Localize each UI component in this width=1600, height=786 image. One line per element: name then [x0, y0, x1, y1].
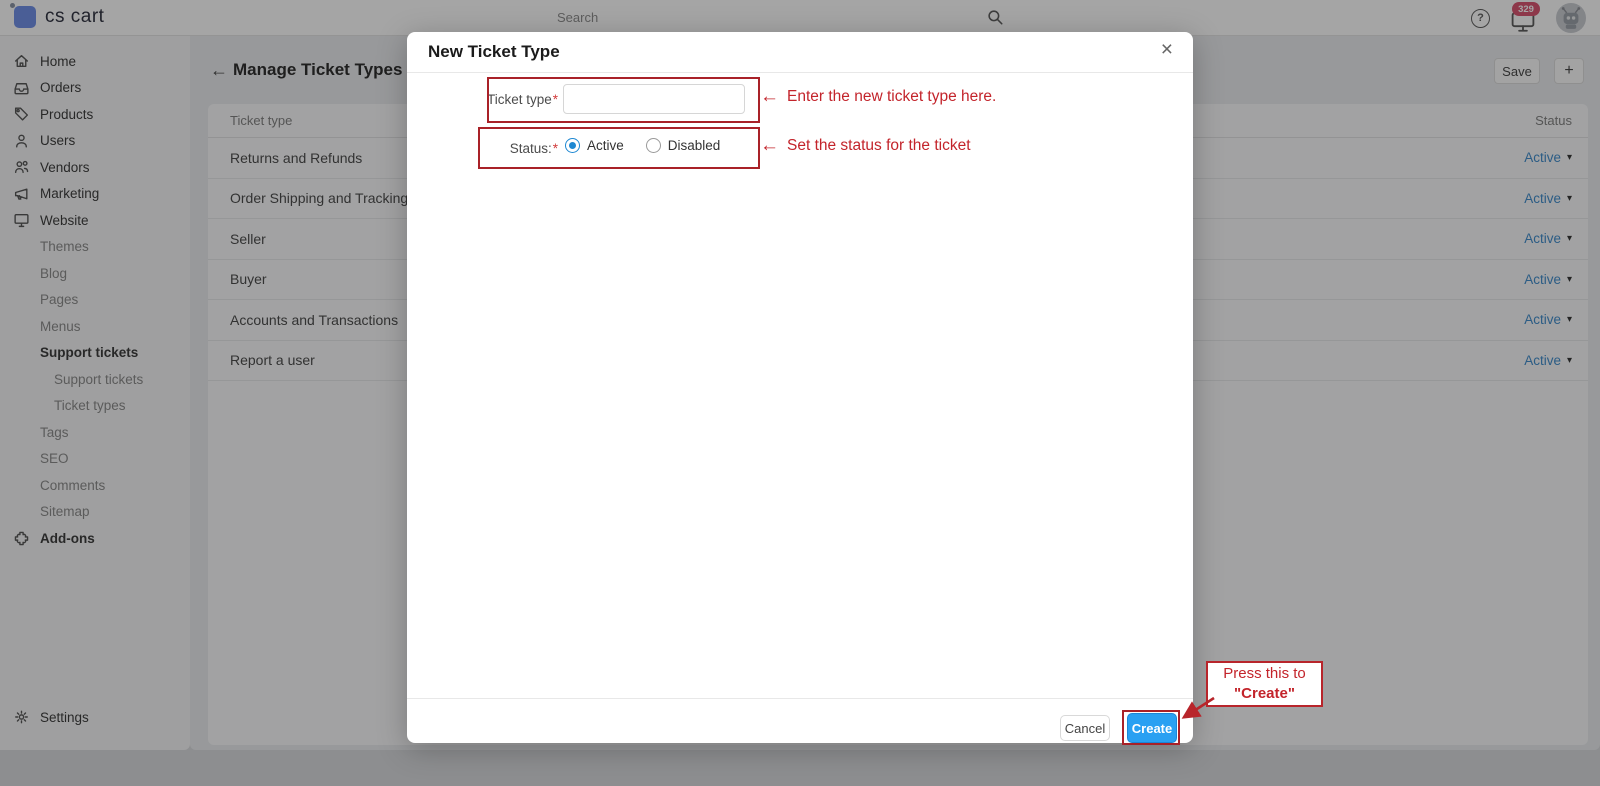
- annotation-box-ticket-type: [487, 77, 760, 123]
- annotation-text-line1: Press this to: [1208, 664, 1321, 684]
- modal-header: New Ticket Type ×: [407, 32, 1193, 73]
- annotation-box-status: [478, 127, 760, 169]
- annotation-text-line2: "Create": [1208, 684, 1321, 704]
- annotation-note-ticket-type: ← Enter the new ticket type here.: [760, 87, 996, 106]
- annotation-press-create: Press this to "Create": [1206, 661, 1323, 707]
- annotation-note-status: ← Set the status for the ticket: [760, 136, 971, 155]
- diagonal-arrow-icon: [1172, 692, 1222, 724]
- modal-title: New Ticket Type: [428, 42, 560, 62]
- annotation-text: Enter the new ticket type here.: [787, 88, 996, 106]
- cancel-button[interactable]: Cancel: [1060, 715, 1110, 741]
- close-icon[interactable]: ×: [1161, 39, 1173, 60]
- left-arrow-icon: ←: [760, 136, 779, 155]
- left-arrow-icon: ←: [760, 87, 779, 106]
- annotation-text: Set the status for the ticket: [787, 137, 971, 155]
